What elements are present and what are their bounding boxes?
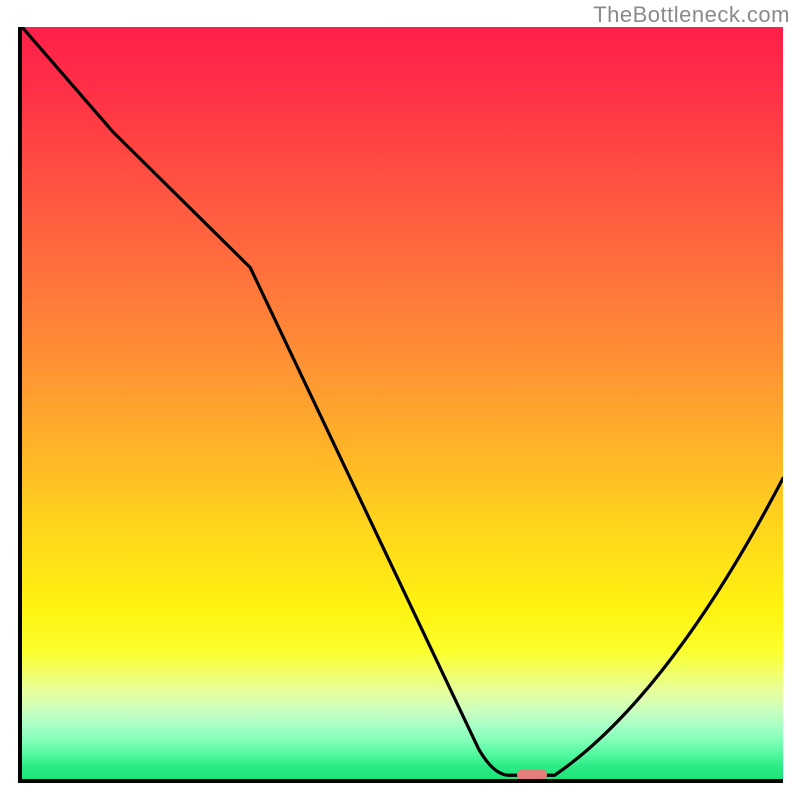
curve-layer xyxy=(22,27,783,779)
plot-area xyxy=(18,27,783,783)
chart-stage: TheBottleneck.com xyxy=(0,0,800,800)
watermark-text: TheBottleneck.com xyxy=(593,2,790,28)
bottleneck-curve xyxy=(22,27,783,775)
optimum-marker xyxy=(517,769,547,781)
